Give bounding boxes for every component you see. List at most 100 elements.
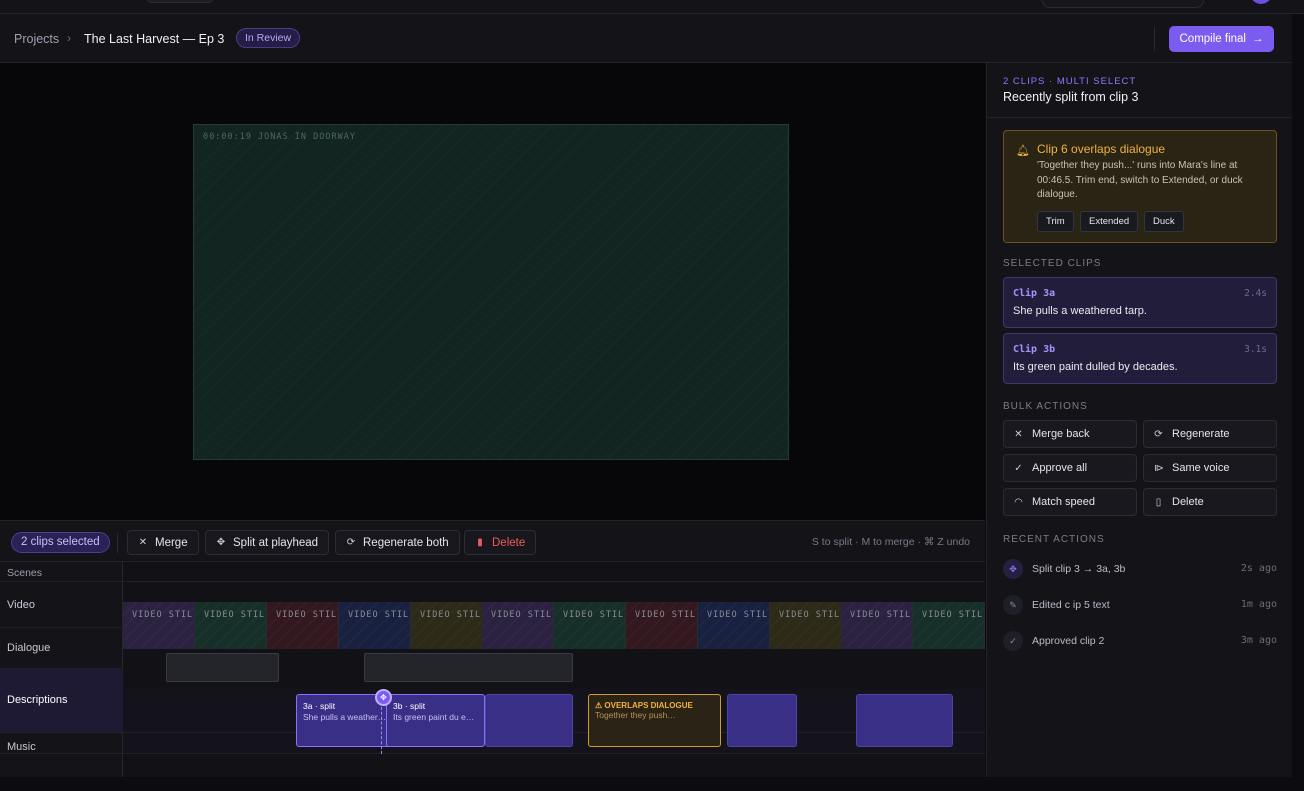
extended-button[interactable]: Extended (1080, 211, 1139, 232)
clip-duration: 2.4s (1244, 288, 1267, 299)
regenerate-both-button[interactable]: ⟳ Regenerate both (335, 530, 460, 555)
dialogue-clip[interactable] (166, 653, 279, 682)
track-label-dialogue: Dialogue (7, 642, 51, 654)
track-label-video: Video (7, 599, 35, 611)
clip-text: Its green paint dulled by decades. (1013, 361, 1178, 373)
panel-divider (987, 117, 1293, 118)
selected-clip-card[interactable]: Clip 3b 3.1s Its green paint dulled by d… (1003, 333, 1277, 384)
row-divider (0, 753, 985, 754)
video-still[interactable]: VIDEO STILL (123, 602, 195, 649)
header-divider (1154, 27, 1155, 51)
recent-action-text: Edited c ip 5 text (1032, 599, 1110, 611)
split-icon: ✥ (1003, 559, 1023, 579)
split-at-playhead-button[interactable]: ✥ Split at playhead (205, 530, 330, 555)
search-input[interactable] (1042, 0, 1204, 8)
description-clip-6-warning[interactable]: ⚠ OVERLAPS DIALOGUE Together they push… (588, 694, 721, 747)
bulk-delete-button[interactable]: ▯ Delete (1143, 488, 1277, 516)
duck-button[interactable]: Duck (1144, 211, 1184, 232)
same-voice-button[interactable]: ⧐ Same voice (1143, 454, 1277, 482)
clip-id: Clip 3a (1013, 288, 1056, 299)
preview-frame[interactable]: 00:00:19 JONAS IN DOORWAY (193, 124, 789, 460)
regenerate-label: Regenerate both (363, 536, 449, 549)
video-still[interactable]: VIDEO STILL (411, 602, 483, 649)
description-clip[interactable] (856, 694, 953, 747)
clip-text: She pulls a weather… (303, 712, 385, 722)
selected-clips-heading: SELECTED CLIPS (1003, 258, 1102, 269)
video-still[interactable]: VIDEO STILL (913, 602, 985, 649)
bell-icon: 🔔︎ (1016, 145, 1030, 157)
video-still[interactable]: VIDEO STILL (841, 602, 913, 649)
breadcrumb-projects-link[interactable]: Projects (14, 32, 59, 46)
video-still[interactable]: VIDEO STILL (626, 602, 698, 649)
track-label-descriptions: Descriptions (7, 694, 68, 706)
video-still[interactable]: VIDEO STILL (195, 602, 267, 649)
video-still[interactable]: VIDEO STILL (339, 602, 411, 649)
video-still[interactable]: VIDEO STILL (698, 602, 770, 649)
project-title: The Last Harvest — Ep 3 (84, 32, 225, 46)
top-nav-pill[interactable] (146, 0, 214, 3)
panel-title: Recently split from clip 3 (1003, 90, 1139, 104)
selected-clip-card[interactable]: Clip 3a 2.4s She pulls a weathered tarp. (1003, 277, 1277, 328)
clip-id: Clip 3b (1013, 344, 1056, 355)
split-label: Split at playhead (233, 536, 319, 549)
frame-timestamp: 00:00:19 JONAS IN DOORWAY (203, 132, 356, 142)
video-preview: 00:00:19 JONAS IN DOORWAY (0, 63, 985, 520)
playhead-handle[interactable]: ✥ (375, 689, 392, 706)
row-divider (0, 581, 985, 582)
clip-title: 3b · split (393, 701, 426, 711)
merge-button[interactable]: ✕ Merge (127, 530, 199, 555)
clip-warning-title: ⚠ OVERLAPS DIALOGUE (595, 701, 693, 710)
video-still[interactable]: VIDEO STILL (770, 602, 842, 649)
regenerate-button[interactable]: ⟳ Regenerate (1143, 420, 1277, 448)
bulk-label: Delete (1172, 496, 1204, 508)
toolbar-divider (117, 533, 118, 553)
keyboard-hint: S to split · M to merge · ⌘ Z undo (811, 536, 970, 548)
video-still[interactable]: VIDEO STILL (267, 602, 339, 649)
recent-action-item: ✥ Split clip 3 → 3a, 3b 2s ago (1003, 559, 1277, 579)
playhead-line (381, 702, 382, 754)
status-badge: In Review (236, 28, 301, 48)
warning-body: 'Together they push...' runs into Mara's… (1037, 160, 1243, 200)
selection-toolbar: 2 clips selected ✕ Merge ✥ Split at play… (0, 520, 985, 562)
recent-action-time: 1m ago (1240, 599, 1277, 610)
pencil-icon: ✎ (1003, 595, 1023, 615)
match-speed-button[interactable]: ◠ Match speed (1003, 488, 1137, 516)
recent-actions-heading: RECENT ACTIONS (1003, 534, 1105, 545)
compile-final-button[interactable]: Compile final → (1169, 26, 1274, 52)
description-clip-3b[interactable]: 3b · split Its green paint du e… (386, 694, 485, 747)
approve-all-button[interactable]: ✓ Approve all (1003, 454, 1137, 482)
timeline: Scenes Video Dialogue Descriptions Music… (0, 562, 985, 777)
warning-title: Clip 6 overlaps dialogue (1037, 142, 1166, 156)
merge-back-button[interactable]: ✕ Merge back (1003, 420, 1137, 448)
clip-text: Together they push… (595, 710, 676, 720)
bulk-label: Same voice (1172, 462, 1230, 474)
delete-label: Delete (492, 536, 526, 549)
split-icon: ✥ (216, 537, 226, 548)
track-labels: Scenes Video Dialogue Descriptions Music (0, 562, 123, 777)
breadcrumb-bar: Projects › The Last Harvest — Ep 3 In Re… (0, 14, 1292, 63)
window-bottom-edge (0, 777, 1304, 791)
delete-button[interactable]: ▮ Delete (464, 530, 537, 555)
recent-action-item: ✓ Approved clip 2 3m ago (1003, 631, 1277, 651)
window-edge (1292, 14, 1304, 777)
merge-label: Merge (155, 536, 188, 549)
video-still[interactable]: VIDEO STILL (482, 602, 554, 649)
avatar[interactable] (1250, 0, 1272, 4)
trim-button[interactable]: Trim (1037, 211, 1074, 232)
compile-final-label: Compile final (1179, 33, 1246, 45)
recent-action-time: 2s ago (1240, 563, 1277, 574)
bulk-label: Regenerate (1172, 428, 1230, 440)
merge-icon: ✕ (138, 537, 148, 548)
arrow-right-icon: → (1251, 33, 1264, 45)
row-divider (0, 627, 123, 628)
bulk-label: Approve all (1032, 462, 1088, 474)
recent-action-text: Split clip 3 → 3a, 3b (1032, 563, 1126, 575)
check-icon: ✓ (1003, 631, 1023, 651)
description-clip[interactable] (727, 694, 797, 747)
bulk-label: Merge back (1032, 428, 1090, 440)
dialogue-clip[interactable] (364, 653, 573, 682)
inspector-panel: 2 CLIPS · MULTI SELECT Recently split fr… (986, 63, 1293, 777)
description-clip[interactable] (485, 694, 573, 747)
track-label-music: Music (7, 741, 36, 753)
video-still[interactable]: VIDEO STILL (554, 602, 626, 649)
